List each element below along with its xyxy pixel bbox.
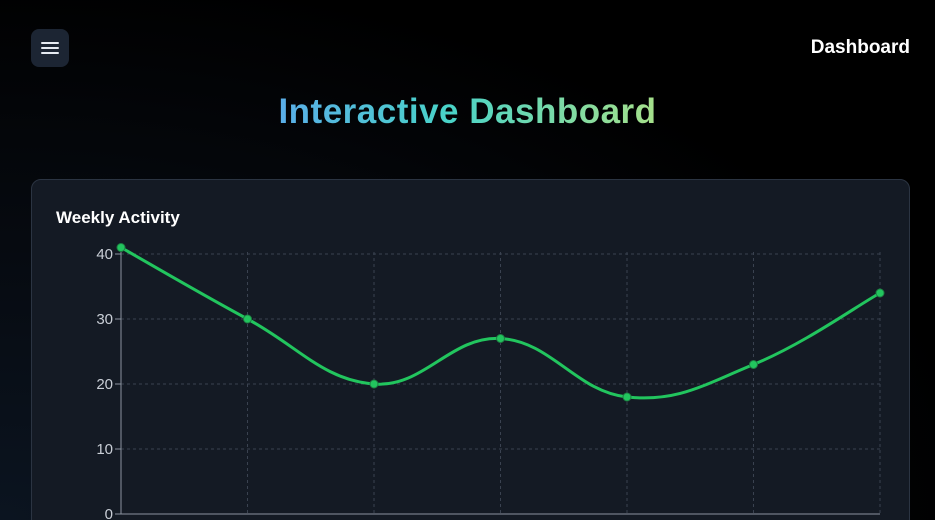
y-tick-label: 10 <box>96 441 113 458</box>
y-tick-label: 20 <box>96 376 113 393</box>
data-point[interactable] <box>496 334 505 343</box>
nav-dashboard-title[interactable]: Dashboard <box>811 37 910 59</box>
weekly-activity-chart[interactable]: 0 10 20 30 40 <box>32 180 911 520</box>
data-point[interactable] <box>243 314 252 324</box>
data-point[interactable] <box>369 379 379 389</box>
data-point[interactable] <box>116 243 126 252</box>
y-tick-label: 0 <box>105 506 113 520</box>
data-point[interactable] <box>749 360 758 369</box>
y-tick-label: 30 <box>96 311 113 328</box>
data-point[interactable] <box>875 288 885 298</box>
data-point[interactable] <box>622 392 632 402</box>
page-title-text: Interactive Dashboard <box>278 92 657 131</box>
weekly-activity-card: Weekly Activity 0 10 20 30 40 <box>31 179 910 520</box>
menu-button[interactable] <box>31 29 69 67</box>
hamburger-menu-icon <box>40 40 60 56</box>
y-tick-label: 40 <box>96 246 113 263</box>
page-title: Interactive Dashboard <box>0 92 935 132</box>
